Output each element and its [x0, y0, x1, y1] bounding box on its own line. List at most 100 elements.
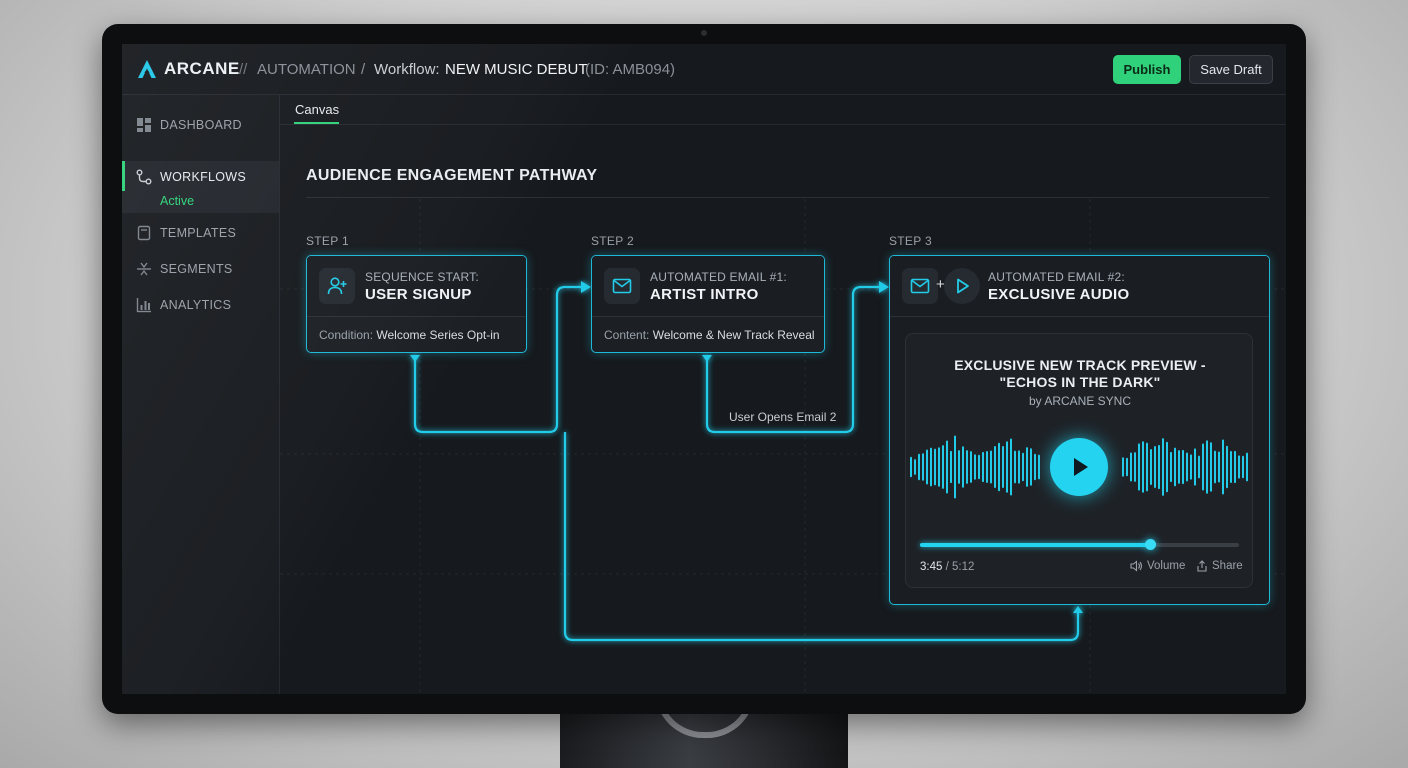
progress-slider[interactable] [920, 539, 1239, 550]
waveform-bar [1154, 445, 1156, 489]
share-label: Share [1212, 560, 1243, 572]
waveform-bar [994, 446, 996, 488]
waveform-bar [1166, 441, 1168, 493]
waveform-bar [1194, 448, 1196, 486]
card-title: USER SIGNUP [365, 286, 472, 303]
waveform-bar [1170, 451, 1172, 483]
waveform-bar [1198, 455, 1200, 479]
waveform-bar [1214, 450, 1216, 484]
waveform-bar [978, 454, 980, 480]
waveform-bar [910, 456, 912, 478]
waveform-bar [1150, 448, 1152, 486]
track-title-line-2: "ECHOS IN THE DARK" [999, 374, 1161, 390]
waveform-bar [1034, 453, 1036, 481]
waveform-bar [1146, 442, 1148, 492]
waveform-bar [998, 442, 1000, 492]
track-duration: / 5:12 [945, 561, 975, 573]
waveform-bar [970, 451, 972, 483]
playback-time: 3:45 / 5:12 [920, 561, 974, 573]
step-card-user-signup[interactable]: SEQUENCE START: USER SIGNUP Condition: W… [306, 255, 527, 353]
waveform-bar [958, 450, 960, 484]
step-1-label: STEP 1 [306, 234, 349, 248]
waveform-bar [1174, 447, 1176, 487]
waveform-bar [1038, 454, 1040, 480]
waveform-bar [1138, 443, 1140, 491]
audio-player: EXCLUSIVE NEW TRACK PREVIEW - "ECHOS IN … [905, 333, 1253, 588]
waveform-bar [1162, 438, 1164, 496]
waveform-bar [1142, 441, 1144, 493]
waveform-bar [1218, 451, 1220, 483]
waveform-bar [974, 454, 976, 480]
mail-icon [902, 268, 938, 304]
card-title: EXCLUSIVE AUDIO [988, 286, 1130, 303]
waveform-bar [1134, 452, 1136, 482]
waveform-bar [1234, 450, 1236, 484]
waveform-bar [926, 449, 928, 485]
condition-key: Condition: [319, 328, 374, 342]
waveform-bar [1030, 448, 1032, 486]
waveform-bar [1186, 452, 1188, 482]
waveform-bar [918, 453, 920, 481]
connector-label: User Opens Email 2 [729, 410, 837, 424]
waveform-bar [1006, 441, 1008, 493]
content-value: Welcome & New Track Reveal [652, 328, 815, 342]
content-key: Content: [604, 328, 650, 342]
app-screen: ARCANE // AUTOMATION / Workflow: NEW MUS… [122, 44, 1286, 694]
waveform-bar [950, 450, 952, 484]
waveform-bar [1246, 452, 1248, 482]
card-kicker: AUTOMATED EMAIL #1: [650, 270, 787, 284]
step-3-label: STEP 3 [889, 234, 932, 248]
waveform-bar [954, 435, 956, 499]
waveform-bar [1158, 444, 1160, 490]
waveform-bar [1178, 450, 1180, 484]
waveform-bar [1226, 445, 1228, 489]
progress-fill [920, 543, 1150, 547]
user-add-icon [319, 268, 355, 304]
waveform-bar [1022, 452, 1024, 482]
play-icon [944, 268, 980, 304]
mail-icon [604, 268, 640, 304]
play-button[interactable] [1050, 438, 1108, 496]
waveform-bar [966, 450, 968, 484]
waveform-bar [1242, 455, 1244, 479]
volume-label: Volume [1147, 560, 1186, 572]
waveform-bar [1206, 440, 1208, 494]
waveform-bar [1002, 446, 1004, 488]
waveform-bar [1018, 450, 1020, 484]
waveform-bar [1126, 457, 1128, 477]
waveform-bar [1202, 443, 1204, 491]
waveform-bar [930, 447, 932, 487]
current-time: 3:45 [920, 561, 943, 573]
card-kicker: AUTOMATED EMAIL #2: [988, 270, 1125, 284]
card-kicker: SEQUENCE START: [365, 270, 479, 284]
waveform-bar [938, 447, 940, 487]
waveform-bar [922, 453, 924, 481]
webcam [701, 30, 707, 36]
share-button[interactable]: Share [1196, 560, 1243, 572]
waveform-bar [1182, 449, 1184, 485]
waveform-bar [1222, 439, 1224, 495]
waveform-bar [934, 448, 936, 486]
waveform-bar [1210, 442, 1212, 492]
waveform-bar [962, 446, 964, 488]
waveform-bar [914, 459, 916, 475]
waveform-bar [946, 440, 948, 494]
card-header: SEQUENCE START: USER SIGNUP [307, 256, 526, 317]
waveform-bar [1130, 452, 1132, 482]
waveform-bar [1010, 438, 1012, 496]
waveform-bar [1230, 450, 1232, 484]
track-artist: by ARCANE SYNC [1028, 394, 1132, 408]
volume-button[interactable]: Volume [1130, 560, 1185, 572]
card-header: AUTOMATED EMAIL #1: ARTIST INTRO [592, 256, 824, 317]
waveform-bar [1238, 455, 1240, 479]
waveform-bar [986, 451, 988, 483]
step-card-artist-intro[interactable]: AUTOMATED EMAIL #1: ARTIST INTRO Content… [591, 255, 825, 353]
waveform-bar [1122, 457, 1124, 477]
track-title-line-1: EXCLUSIVE NEW TRACK PREVIEW - [954, 357, 1206, 373]
waveform-bar [942, 445, 944, 489]
waveform-bar [1190, 454, 1192, 480]
waveform-bar [1014, 450, 1016, 484]
progress-handle[interactable] [1144, 539, 1156, 550]
share-icon [1197, 560, 1207, 572]
waveform-bar [1026, 447, 1028, 487]
